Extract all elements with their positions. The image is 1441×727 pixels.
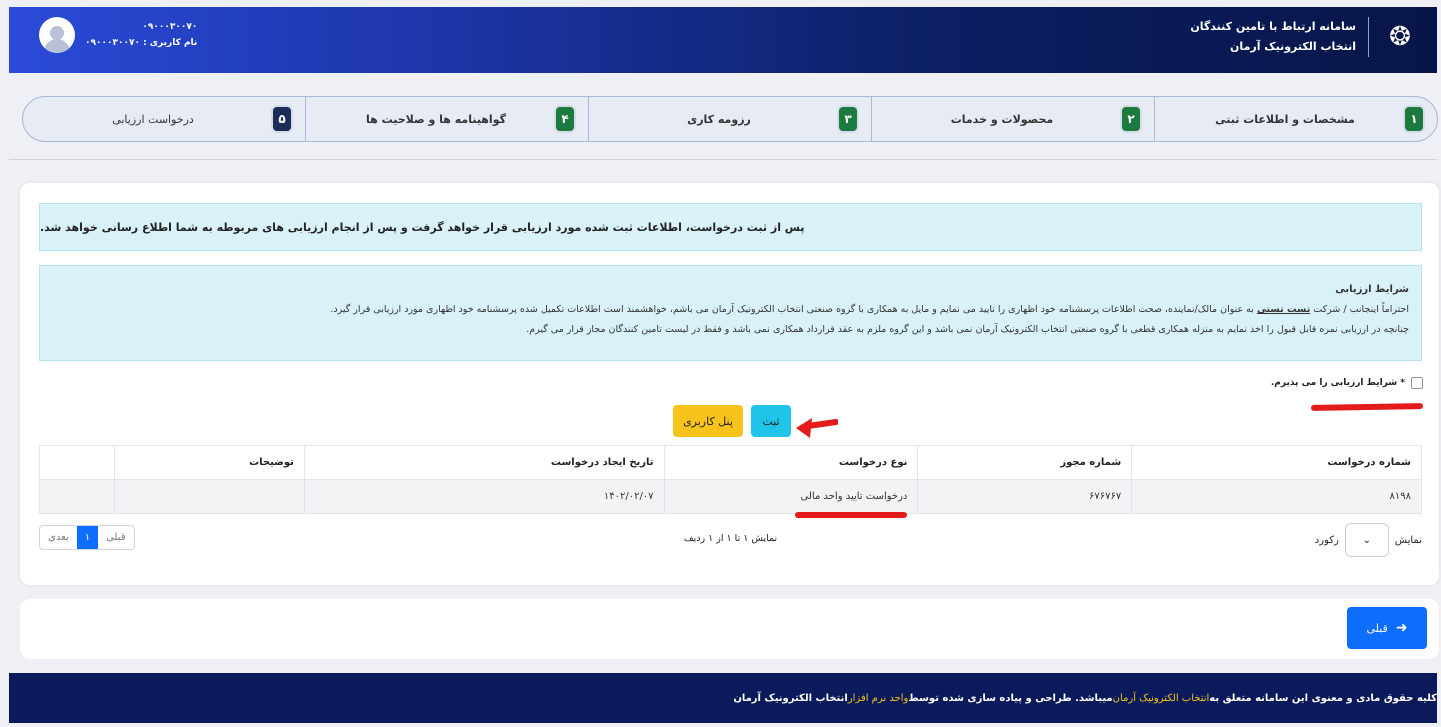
- step-label: محصولات و خدمات: [950, 112, 1054, 126]
- column-header[interactable]: توضیحات: [113, 445, 305, 480]
- user-phone: ۰۹۰۰۰۳۰۰۷۰: [142, 22, 198, 32]
- conditions-alert: شرایط ارزیابی احتراماً اینجانب / شرکت تس…: [39, 265, 1422, 361]
- step-label: گواهینامه ها و صلاحیت ها: [366, 112, 506, 126]
- step-label: رزومه کاری: [687, 112, 751, 126]
- table-footer: نمایش ⌄ رکورد نمایش ۱ تا ۱ از ۱ ردیف قبل…: [39, 523, 1422, 557]
- company-name: تست تستی: [1256, 304, 1311, 315]
- accept-label: * شرایط ارزیابی را می پذیرم.: [1270, 378, 1405, 388]
- logo-icon: ❂: [1389, 22, 1411, 52]
- column-header[interactable]: تاریخ ایجاد درخواست: [303, 445, 665, 480]
- column-header: [39, 445, 115, 480]
- footer-text: میباشد. طراحی و پیاده سازی شده توسط: [908, 692, 1113, 704]
- app-title: سامانه ارتباط با تامین کنندگان: [1190, 20, 1356, 33]
- annotation-underline: [1310, 403, 1424, 411]
- step-1[interactable]: ۱ مشخصات و اطلاعات ثبتی: [1154, 97, 1437, 141]
- app-subtitle: انتخاب الکترونیک آرمان: [1230, 40, 1356, 53]
- brand-divider: [1368, 17, 1369, 57]
- actions-cell: [39, 479, 115, 514]
- footer-dept-link[interactable]: واحد نرم افزار: [848, 693, 909, 704]
- table-header-row: شماره درخواست شماره مجوز نوع درخواست تار…: [39, 445, 1422, 480]
- divider: [9, 159, 1437, 160]
- nav-card: ➜ قبلی: [20, 599, 1439, 659]
- description-cell: [113, 479, 305, 514]
- requests-table: شماره درخواست شماره مجوز نوع درخواست تار…: [39, 445, 1422, 514]
- prev-page-button[interactable]: قبلی: [98, 526, 133, 549]
- records-count: نمایش ۱ تا ۱ از ۱ ردیف: [683, 533, 778, 544]
- previous-step-label: قبلی: [1366, 621, 1388, 635]
- step-number: ۱: [1403, 105, 1425, 133]
- footer-text: انتخاب الکترونیک آرمان: [733, 692, 848, 704]
- submit-button[interactable]: ثبت: [751, 405, 791, 437]
- current-page-button[interactable]: ۱: [76, 526, 99, 549]
- step-label: مشخصات و اطلاعات ثبتی: [1215, 112, 1355, 126]
- step-5[interactable]: ۵ درخواست ارزیابی: [23, 97, 305, 141]
- conditions-text: به عنوان مالک/نماینده، صحت اطلاعات پرسشن…: [330, 304, 1257, 315]
- step-number: ۲: [1120, 105, 1142, 133]
- accept-checkbox[interactable]: [1411, 377, 1423, 389]
- brand: ❂ سامانه ارتباط با تامین کنندگان انتخاب …: [1190, 17, 1419, 57]
- user-menu[interactable]: ۰۹۰۰۰۳۰۰۷۰ نام کاربری : ۰۹۰۰۰۳۰۰۷۰: [39, 17, 197, 53]
- column-header[interactable]: شماره مجوز: [917, 445, 1133, 480]
- avatar[interactable]: [39, 17, 75, 53]
- request-number-cell: ۸۱۹۸: [1131, 479, 1422, 514]
- annotation-underline: [795, 512, 907, 518]
- step-number: ۳: [837, 105, 859, 133]
- footer-text: کلیه حقوق مادی و معنوی این سامانه متعلق …: [1209, 692, 1437, 704]
- pagination: قبلی ۱ بعدی: [39, 525, 135, 550]
- username-label: نام کاربری : ۰۹۰۰۰۳۰۰۷۰: [85, 38, 198, 48]
- conditions-text: احتراماً اینجانب / شرکت: [1310, 304, 1409, 315]
- annotation-arrow-icon: [796, 418, 838, 438]
- step-4[interactable]: ۴ گواهینامه ها و صلاحیت ها: [305, 97, 588, 141]
- table-row[interactable]: ۸۱۹۸ ۶۷۶۷۶۷ درخواست تایید واحد مالی ۱۴۰۲…: [39, 479, 1422, 514]
- arrow-right-icon: ➜: [1395, 620, 1408, 636]
- request-card: پس از ثبت درخواست، اطلاعات ثبت شده مورد …: [20, 183, 1439, 585]
- step-2[interactable]: ۲ محصولات و خدمات: [871, 97, 1154, 141]
- next-page-button[interactable]: بعدی: [40, 526, 77, 549]
- column-header[interactable]: نوع درخواست: [663, 445, 919, 480]
- step-number: ۴: [554, 105, 576, 133]
- step-3[interactable]: ۳ رزومه کاری: [588, 97, 871, 141]
- column-header[interactable]: شماره درخواست: [1131, 445, 1422, 480]
- previous-step-button[interactable]: ➜ قبلی: [1347, 607, 1427, 649]
- request-type-cell: درخواست تایید واحد مالی: [663, 479, 919, 514]
- conditions-line-2: چنانچه در ارزیابی نمره قابل قبول را اخذ …: [526, 324, 1409, 335]
- notice-text: پس از ثبت درخواست، اطلاعات ثبت شده مورد …: [40, 220, 805, 234]
- footer-org-link[interactable]: انتخاب الکترونیک آرمان: [1113, 693, 1210, 704]
- page-footer: کلیه حقوق مادی و معنوی این سامانه متعلق …: [9, 673, 1437, 723]
- permit-number-cell: ۶۷۶۷۶۷: [917, 479, 1133, 514]
- wizard-steps: ۱ مشخصات و اطلاعات ثبتی ۲ محصولات و خدما…: [22, 96, 1438, 142]
- app-header: ❂ سامانه ارتباط با تامین کنندگان انتخاب …: [9, 7, 1437, 73]
- user-panel-button[interactable]: پنل کاربری: [673, 405, 743, 437]
- step-label: درخواست ارزیابی: [112, 112, 194, 126]
- created-date-cell: ۱۴۰۲/۰۲/۰۷: [303, 479, 665, 514]
- accept-terms[interactable]: * شرایط ارزیابی را می پذیرم.: [1271, 377, 1423, 389]
- notice-alert: پس از ثبت درخواست، اطلاعات ثبت شده مورد …: [39, 203, 1422, 251]
- conditions-title: شرایط ارزیابی: [1335, 284, 1409, 295]
- step-number: ۵: [271, 105, 293, 133]
- conditions-line-1: احتراماً اینجانب / شرکت تست تستی به عنوا…: [52, 300, 1409, 320]
